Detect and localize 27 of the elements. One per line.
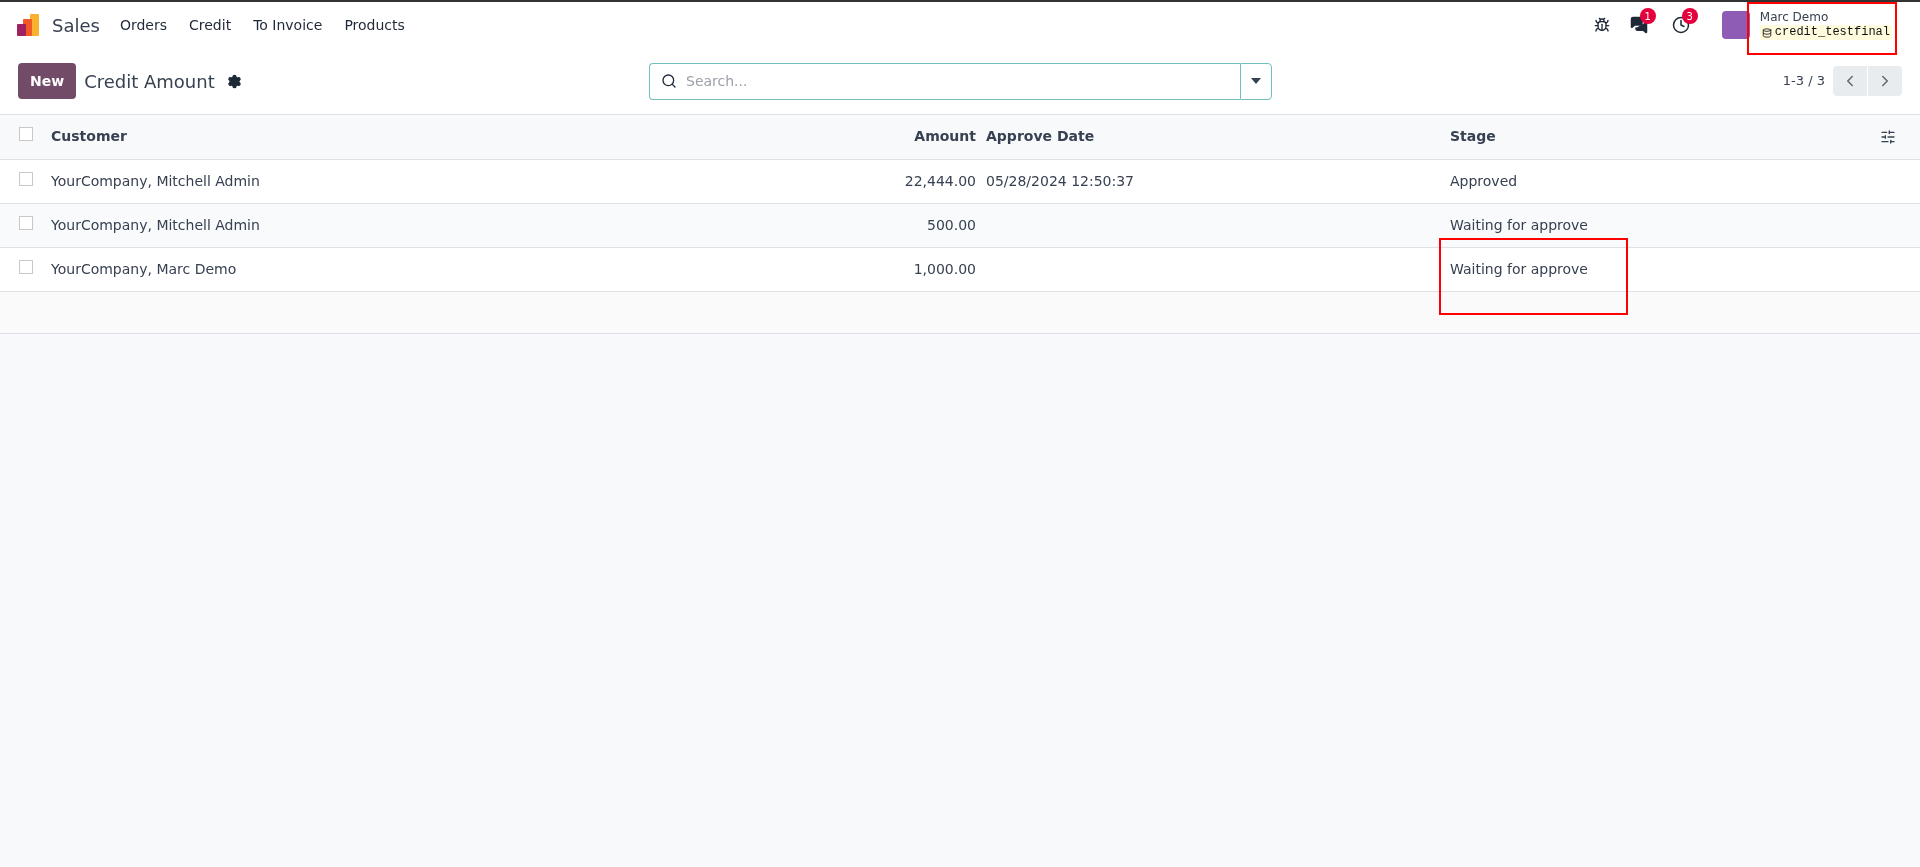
column-header[interactable]: Amount (776, 115, 976, 159)
app-name[interactable]: Sales (52, 11, 100, 39)
menu-item[interactable]: To Invoice (253, 14, 323, 36)
column-header[interactable]: Stage (1450, 115, 1880, 159)
table-cell: YourCompany, Mitchell Admin (51, 216, 260, 233)
notification-badge: 1 (1639, 8, 1656, 24)
table-cell: Approved (1450, 172, 1518, 189)
table-cell: 1,000.00 (913, 260, 976, 277)
table-cell: Waiting for approve (1450, 216, 1588, 233)
database-label: credit_testfinal (1759, 25, 1892, 40)
table-cell: 05/28/2024 12:50:37 (986, 172, 1135, 189)
new-button[interactable]: New (18, 63, 77, 99)
notification-badge: 3 (1681, 8, 1698, 24)
table-cell: Waiting for approve (1450, 260, 1588, 277)
pager-value: 1-3 / 3 (1782, 72, 1825, 91)
table-cell: 500.00 (927, 216, 976, 233)
search-field[interactable]: Search... (649, 62, 1240, 100)
user-name[interactable]: Marc Demo (1759, 10, 1892, 25)
column-header[interactable]: Customer (51, 115, 776, 159)
menu-item[interactable]: Products (344, 14, 405, 36)
menu-item[interactable]: Orders (119, 14, 167, 36)
table-cell: YourCompany, Mitchell Admin (51, 172, 260, 189)
page-title: Credit Amount (84, 69, 215, 94)
table-cell: YourCompany, Marc Demo (51, 260, 237, 277)
menu-item[interactable]: Credit (189, 14, 232, 36)
table-cell: 22,444.00 (904, 172, 976, 189)
column-header[interactable]: Approve Date (976, 115, 1450, 159)
